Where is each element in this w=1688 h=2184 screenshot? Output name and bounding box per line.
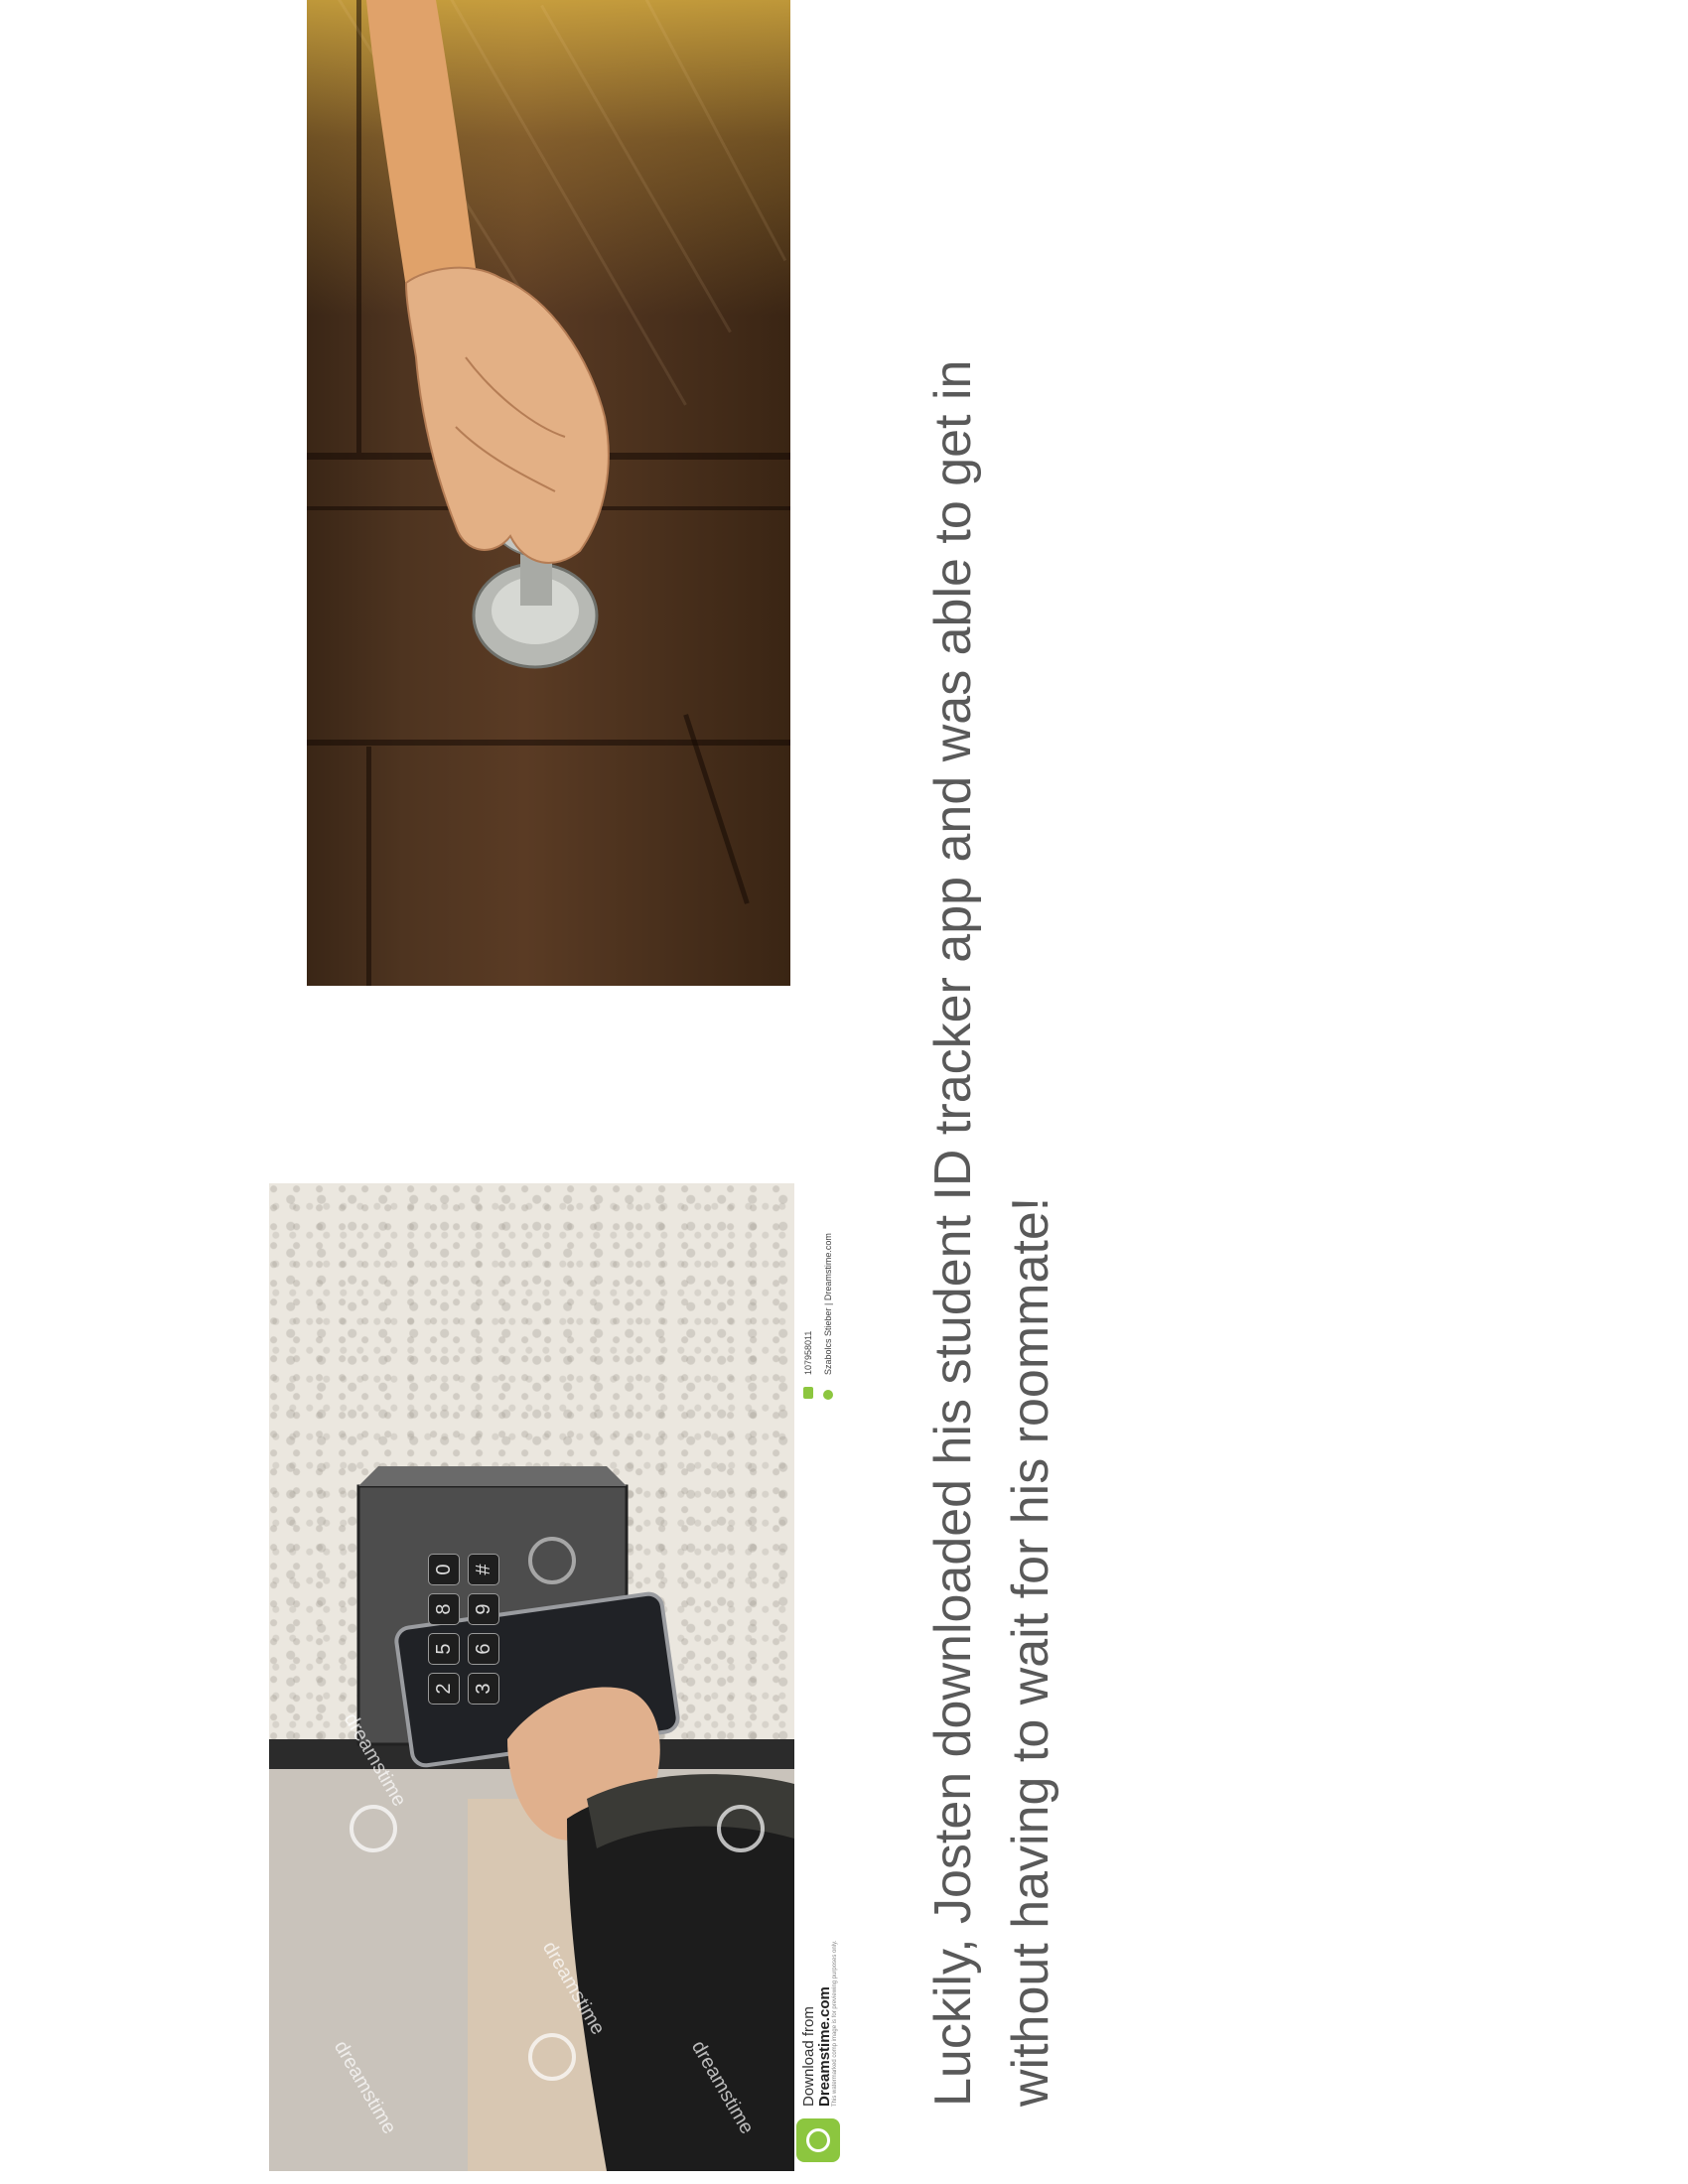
disclaimer-text: This watermarked comp image is for previ…	[832, 1940, 838, 2107]
download-from-text: Download from	[800, 2006, 817, 2107]
keypad-key: 2	[428, 1673, 460, 1705]
phone-keypad-photo: 2 5 8 0 3 6 9 # dreamstime dreamstime dr…	[269, 1183, 794, 2171]
keypad-key: 3	[468, 1673, 499, 1705]
id-badge-icon	[803, 1387, 813, 1399]
dreamstime-site-text: Dreamstime.com	[816, 1986, 833, 2107]
keypad-key: 9	[468, 1593, 499, 1625]
image-id-text: 107958011	[803, 1330, 813, 1375]
hand-on-knob-illustration	[366, 0, 610, 669]
keypad-key: 6	[468, 1633, 499, 1665]
keypad-grid: 2 5 8 0 3 6 9 #	[428, 1554, 537, 1705]
swirl-icon	[806, 2128, 830, 2152]
caption-line-1: Luckily, Josten downloaded his student I…	[924, 359, 982, 2107]
keypad-key: 5	[428, 1633, 460, 1665]
door-knob-photo	[307, 0, 790, 986]
keypad-key: 0	[428, 1554, 460, 1585]
keypad-key: 8	[428, 1593, 460, 1625]
keypad-key: #	[468, 1554, 499, 1585]
credit-icon	[823, 1390, 833, 1400]
dreamstime-logo	[796, 2118, 840, 2162]
credit-text: Szabolcs Stieber | Dreamstime.com	[823, 1233, 833, 1375]
stock-footer: Download from Dreamstime.com This waterm…	[794, 1183, 844, 2171]
caption-line-2: without having to wait for his roommate!	[1002, 1196, 1059, 2107]
